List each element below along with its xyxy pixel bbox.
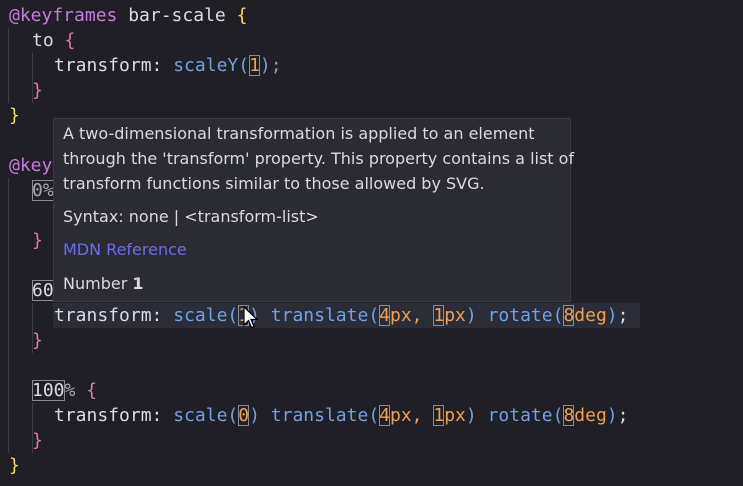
function-name: scale( <box>173 405 239 426</box>
number-value: 1 <box>433 405 445 426</box>
tooltip-number-info: Number 1 <box>63 274 144 293</box>
code-line[interactable]: transform: scale(0) translate(4px, 1px) … <box>54 403 628 428</box>
close-brace: } <box>32 430 43 451</box>
close-paren: ) <box>249 405 260 426</box>
tooltip-description-line: transform functions similar to those all… <box>63 174 485 193</box>
hover-tooltip: A two-dimensional transformation is appl… <box>53 118 575 302</box>
code-line[interactable]: @keyframes bar-scale { <box>9 3 247 28</box>
indent-guide <box>8 178 9 453</box>
number-value: 4 <box>379 305 390 326</box>
close-paren: ) <box>606 305 618 326</box>
keyframe-selector: to <box>32 30 54 51</box>
semicolon: ; <box>617 405 629 426</box>
code-line[interactable]: } <box>32 428 43 453</box>
function-name: rotate( <box>487 405 564 426</box>
number-label: Number <box>63 274 133 293</box>
unit: px, <box>390 305 434 326</box>
property-name: transform: <box>54 55 163 76</box>
close-paren: ) <box>465 405 477 426</box>
code-line[interactable]: 60 <box>32 278 54 303</box>
code-line[interactable]: } <box>32 78 43 103</box>
keyframe-selector: 60 <box>32 280 54 301</box>
function-name: translate( <box>270 305 380 326</box>
number-value: 4 <box>379 405 390 426</box>
code-line[interactable]: to { <box>32 28 75 53</box>
number-value: 8 <box>563 405 575 426</box>
keyframes-name: bar-scale <box>117 5 237 26</box>
function-name: rotate( <box>487 305 564 326</box>
code-line[interactable]: } <box>32 228 43 253</box>
code-line-hovered[interactable]: transform: scale(1) translate(4px, 1px) … <box>53 303 640 328</box>
code-line[interactable]: 100% { <box>32 378 97 403</box>
close-brace: } <box>32 330 43 351</box>
unit: deg <box>574 305 607 326</box>
code-line[interactable]: transform: scaleY(1); <box>54 53 282 78</box>
number-value: 0 <box>238 405 250 426</box>
code-line[interactable]: 0% <box>32 178 54 203</box>
property-name: transform: <box>54 405 163 426</box>
code-line[interactable]: } <box>9 453 20 478</box>
close-brace: } <box>32 80 43 101</box>
indent-guide <box>8 28 9 103</box>
mouse-pointer-icon <box>243 305 259 334</box>
unit: deg <box>574 405 607 426</box>
percent-sign: % <box>64 380 76 401</box>
open-brace: { <box>86 380 98 401</box>
mdn-reference-link[interactable]: MDN Reference <box>63 240 187 259</box>
unit: px, <box>390 405 434 426</box>
function-name: scaleY( <box>173 55 250 76</box>
close-paren: ) <box>606 405 618 426</box>
number-value: 1 <box>433 305 445 326</box>
at-rule-keyword: @keyframes <box>9 5 118 26</box>
code-line[interactable]: } <box>32 328 43 353</box>
close-brace: } <box>32 230 43 251</box>
number-value: 8 <box>563 305 575 326</box>
number-value: 1 <box>249 55 260 76</box>
at-rule-keyword: @key <box>9 155 53 176</box>
function-name: translate( <box>270 405 380 426</box>
close-paren: ) <box>465 305 477 326</box>
semicolon: ; <box>617 305 629 326</box>
keyframe-selector: 0% <box>32 180 54 201</box>
property-name: transform: <box>54 305 163 326</box>
function-name: scale( <box>173 305 239 326</box>
code-line[interactable]: } <box>9 103 20 128</box>
open-brace: { <box>236 5 248 26</box>
unit: px <box>444 305 466 326</box>
close-brace: } <box>9 105 20 126</box>
tooltip-syntax: Syntax: none | <transform-list> <box>63 207 319 226</box>
close-paren: ); <box>259 55 282 76</box>
keyframe-selector: 100 <box>32 380 65 401</box>
open-brace: { <box>64 30 76 51</box>
unit: px <box>444 405 466 426</box>
tooltip-description-line: through the 'transform' property. This p… <box>63 149 575 168</box>
number-value: 1 <box>132 274 144 293</box>
close-brace: } <box>9 455 20 476</box>
code-line[interactable]: @key <box>9 153 52 178</box>
tooltip-description-line: A two-dimensional transformation is appl… <box>63 124 535 143</box>
